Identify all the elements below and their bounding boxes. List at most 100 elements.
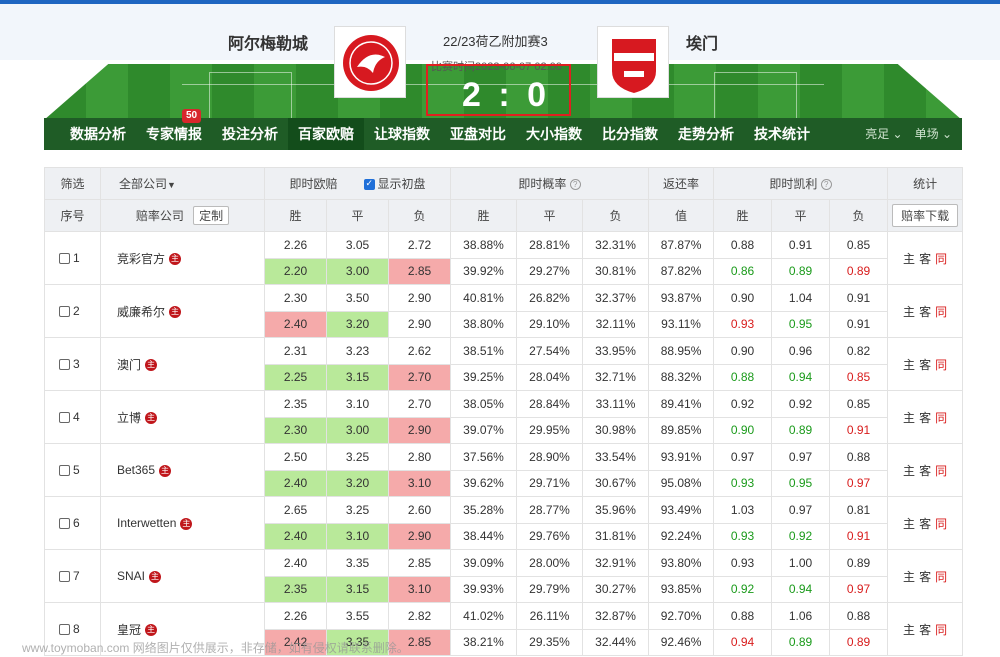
initial-prob-cell: 39.25% — [450, 363, 518, 391]
checkbox-icon[interactable] — [59, 624, 70, 636]
nav-tab-betting-analysis[interactable]: 投注分析 — [212, 118, 288, 150]
home-stat-link[interactable]: 主 — [903, 411, 915, 425]
checkbox-checked-icon[interactable] — [363, 178, 375, 191]
away-stat-link[interactable]: 客 — [919, 623, 931, 637]
initial-return-cell: 95.08% — [648, 469, 715, 497]
help-icon[interactable]: ? — [569, 179, 581, 191]
away-stat-link[interactable]: 客 — [919, 358, 931, 372]
checkbox-icon[interactable] — [59, 465, 70, 477]
home-team-logo[interactable] — [334, 26, 406, 98]
row-select[interactable]: 3 — [44, 337, 101, 391]
row-select[interactable]: 6 — [44, 496, 101, 550]
home-stat-link[interactable]: 主 — [903, 358, 915, 372]
live-kelly-cell: 0.92 — [771, 390, 831, 418]
checkbox-icon[interactable] — [59, 518, 70, 530]
nav-tab-asian-compare[interactable]: 亚盘对比 — [440, 118, 516, 150]
customize-button[interactable]: 定制 — [193, 206, 230, 225]
company-cell[interactable]: 威廉希尔主 — [100, 284, 265, 338]
nav-tab-score-index[interactable]: 比分指数 — [592, 118, 668, 150]
company-filter-dropdown[interactable]: 全部公司▼ — [100, 167, 265, 200]
nav-tab-over-under[interactable]: 大小指数 — [516, 118, 592, 150]
checkbox-icon[interactable] — [59, 412, 70, 424]
away-team-name[interactable]: 埃门 — [686, 30, 718, 54]
show-initial-toggle[interactable]: 显示初盘 — [363, 177, 426, 191]
away-stat-link[interactable]: 客 — [919, 411, 931, 425]
away-stat-link[interactable]: 客 — [919, 517, 931, 531]
home-team-name[interactable]: 阿尔梅勒城 — [228, 30, 308, 54]
initial-prob-cell: 29.76% — [516, 522, 584, 550]
company-cell[interactable]: 澳门主 — [100, 337, 265, 391]
live-return-cell: 89.41% — [648, 390, 715, 418]
row-select[interactable]: 5 — [44, 443, 101, 497]
same-stat-link[interactable]: 同 — [935, 464, 947, 478]
company-cell[interactable]: Bet365 主 — [100, 443, 265, 497]
home-stat-link[interactable]: 主 — [903, 252, 915, 266]
same-stat-link[interactable]: 同 — [935, 411, 947, 425]
initial-kelly-cell: 0.91 — [829, 416, 889, 444]
help-icon[interactable]: ? — [820, 179, 832, 191]
same-stat-link[interactable]: 同 — [935, 305, 947, 319]
home-stat-link[interactable]: 主 — [903, 623, 915, 637]
home-stat-link[interactable]: 主 — [903, 464, 915, 478]
nav-tab-label: 专家情报 — [146, 126, 202, 142]
live-odds-cell: 3.23 — [326, 337, 389, 365]
company-name[interactable]: Bet365 — [117, 463, 155, 477]
nav-tab-handicap-index[interactable]: 让球指数 — [364, 118, 440, 150]
away-stat-link[interactable]: 客 — [919, 570, 931, 584]
company-cell[interactable]: SNAI 主 — [100, 549, 265, 603]
live-odds-cell: 2.90 — [387, 284, 452, 312]
nav-tab-data-analysis[interactable]: 数据分析 — [44, 118, 136, 150]
home-stat-link[interactable]: 主 — [903, 517, 915, 531]
odds-download-button[interactable]: 赔率下载 — [892, 204, 959, 227]
checkbox-icon[interactable] — [59, 571, 70, 583]
company-cell[interactable]: 竞彩官方主 — [100, 231, 265, 285]
company-cell[interactable]: 立博主 — [100, 390, 265, 444]
live-kelly-cell: 0.85 — [829, 231, 889, 259]
initial-kelly-cell: 0.93 — [713, 522, 773, 550]
company-cell[interactable]: Interwetten 主 — [100, 496, 265, 550]
league-select[interactable]: 亮足 ⌄ — [865, 127, 902, 141]
nav-tab-expert-info[interactable]: 专家情报 50 — [136, 109, 212, 150]
away-team-logo[interactable] — [597, 26, 669, 98]
away-stat-link[interactable]: 客 — [919, 464, 931, 478]
row-select[interactable]: 2 — [44, 284, 101, 338]
company-name[interactable]: 澳门 — [117, 358, 141, 372]
row-select[interactable]: 4 — [44, 390, 101, 444]
checkbox-icon[interactable] — [59, 306, 70, 318]
nav-tab-tech-stats[interactable]: 技术统计 — [744, 118, 820, 150]
single-match-select[interactable]: 单场 ⌄ — [915, 127, 952, 141]
live-odds-cell: 2.72 — [387, 231, 452, 259]
checkbox-icon[interactable] — [59, 253, 70, 265]
away-stat-link[interactable]: 客 — [919, 252, 931, 266]
company-name[interactable]: 皇冠 — [117, 623, 141, 637]
nav-tab-trend-analysis[interactable]: 走势分析 — [668, 118, 744, 150]
initial-odds-cell: 3.20 — [326, 310, 389, 338]
company-name[interactable]: 立博 — [117, 411, 141, 425]
company-name[interactable]: SNAI — [117, 569, 145, 583]
nav-tab-euro-odds[interactable]: 百家欧赔 — [288, 118, 364, 150]
odds-table: 筛选 全部公司▼ 即时欧赔 显示初盘 即时概率 ? 返还率 即时凯利 ? 统计 序… — [44, 167, 964, 656]
same-stat-link[interactable]: 同 — [935, 570, 947, 584]
same-stat-link[interactable]: 同 — [935, 623, 947, 637]
home-stat-link[interactable]: 主 — [903, 305, 915, 319]
stats-links: 主客同 — [887, 496, 964, 550]
live-kelly-cell: 0.88 — [829, 602, 889, 630]
live-kelly-cell: 1.00 — [771, 549, 831, 577]
same-stat-link[interactable]: 同 — [935, 517, 947, 531]
same-stat-link[interactable]: 同 — [935, 252, 947, 266]
checkbox-icon[interactable] — [59, 359, 70, 371]
home-stat-link[interactable]: 主 — [903, 570, 915, 584]
initial-kelly-cell: 0.89 — [771, 416, 831, 444]
row-select[interactable]: 1 — [44, 231, 101, 285]
company-name[interactable]: 竞彩官方 — [117, 252, 165, 266]
stats-links: 主客同 — [887, 337, 964, 391]
same-stat-link[interactable]: 同 — [935, 358, 947, 372]
initial-odds-cell: 2.90 — [387, 310, 452, 338]
live-return-cell: 93.87% — [648, 284, 715, 312]
company-name[interactable]: 威廉希尔 — [117, 305, 165, 319]
away-stat-link[interactable]: 客 — [919, 305, 931, 319]
initial-return-cell: 92.46% — [648, 628, 715, 656]
live-odds-cell: 2.30 — [264, 284, 327, 312]
company-name[interactable]: Interwetten — [117, 516, 176, 530]
row-select[interactable]: 7 — [44, 549, 101, 603]
